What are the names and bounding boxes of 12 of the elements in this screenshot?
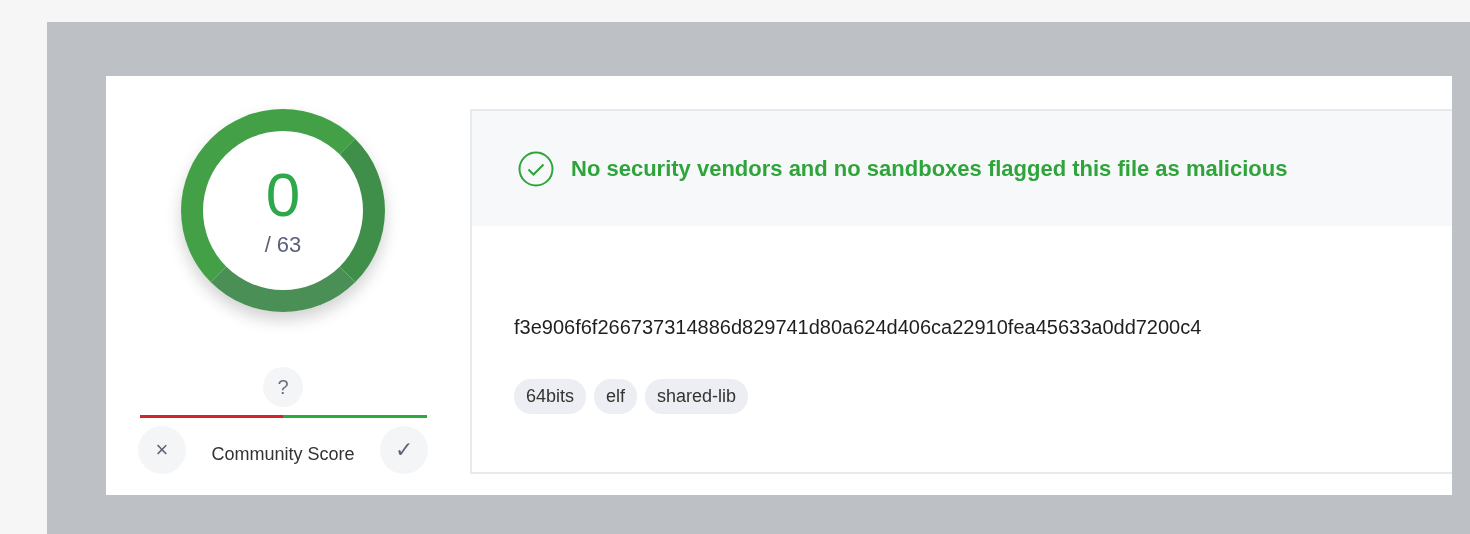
unknown-score-marker: ? <box>263 367 303 407</box>
file-hash: f3e906f6f266737314886d829741d80a624d406ca22910fea45633a0dd7200c4 <box>514 316 1203 339</box>
check-circle-icon <box>518 150 554 187</box>
file-tag[interactable]: 64bits <box>514 379 587 414</box>
detection-count: 0 <box>265 163 301 226</box>
community-score-label: Community Score <box>211 443 355 465</box>
file-tag[interactable]: elf <box>594 379 638 414</box>
verdict-message: No security vendors and no sandboxes flagged this file as malicious <box>571 155 1288 182</box>
vote-harmless-button[interactable]: ✓ <box>380 426 428 474</box>
vote-harmful-button[interactable]: × <box>138 426 186 474</box>
file-tag[interactable]: shared-lib <box>645 379 749 414</box>
detection-total: / 63 <box>264 231 302 258</box>
